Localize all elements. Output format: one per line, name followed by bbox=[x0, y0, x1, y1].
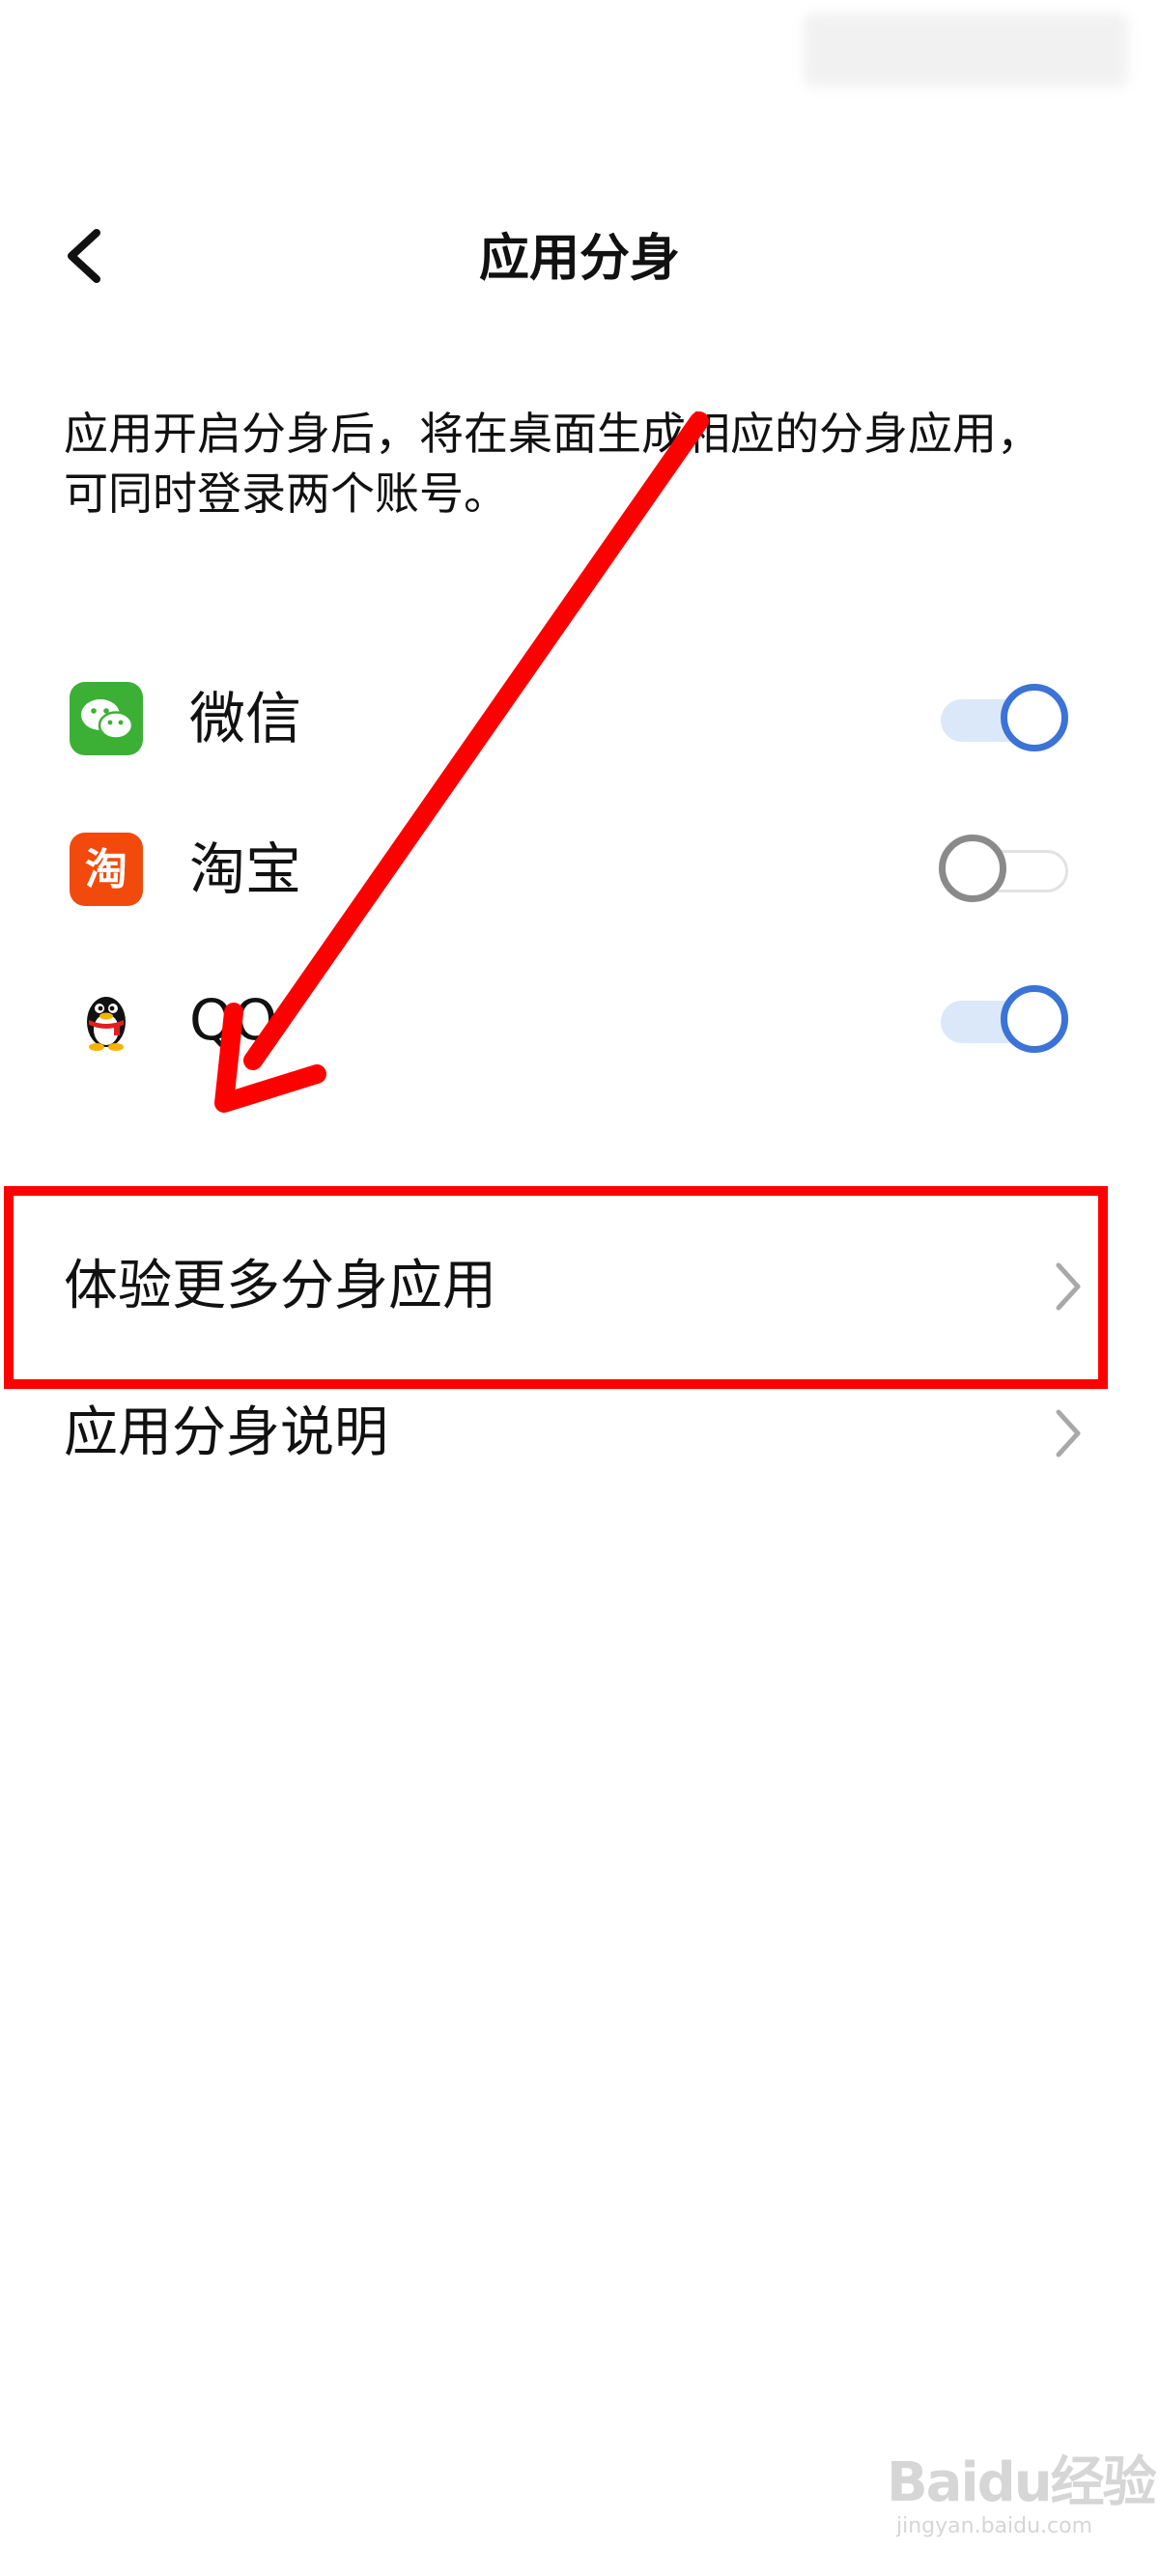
app-row-wechat: 微信 bbox=[0, 655, 1159, 780]
baidu-watermark: Baidu经验 bbox=[887, 2451, 1157, 2514]
svg-text:淘: 淘 bbox=[85, 845, 127, 894]
status-bar-area bbox=[804, 14, 1128, 87]
app-name: 淘宝 bbox=[189, 836, 302, 902]
taobao-icon: 淘 bbox=[70, 833, 143, 906]
annotation-highlight-box bbox=[4, 1186, 1108, 1389]
toggle-knob bbox=[939, 835, 1006, 902]
taobao-clone-toggle[interactable] bbox=[937, 833, 1072, 910]
watermark-url: jingyan.baidu.com bbox=[896, 2514, 1093, 2538]
app-name: QQ bbox=[189, 987, 278, 1053]
page-title: 应用分身 bbox=[478, 230, 680, 288]
wechat-icon bbox=[70, 682, 143, 755]
app-row-taobao: 淘 淘宝 bbox=[0, 806, 1159, 931]
app-row-qq: QQ bbox=[0, 956, 1159, 1082]
app-name: 微信 bbox=[189, 686, 302, 751]
toggle-knob bbox=[1001, 684, 1068, 751]
chevron-right-icon bbox=[1056, 1409, 1081, 1458]
description-text: 应用开启分身后，将在桌面生成相应的分身应用，可同时登录两个账号。 bbox=[64, 408, 1041, 520]
toggle-knob bbox=[1001, 985, 1068, 1053]
qq-icon bbox=[70, 983, 143, 1057]
link-label: 应用分身说明 bbox=[64, 1401, 388, 1464]
qq-clone-toggle[interactable] bbox=[937, 983, 1072, 1061]
wechat-clone-toggle[interactable] bbox=[937, 682, 1072, 759]
